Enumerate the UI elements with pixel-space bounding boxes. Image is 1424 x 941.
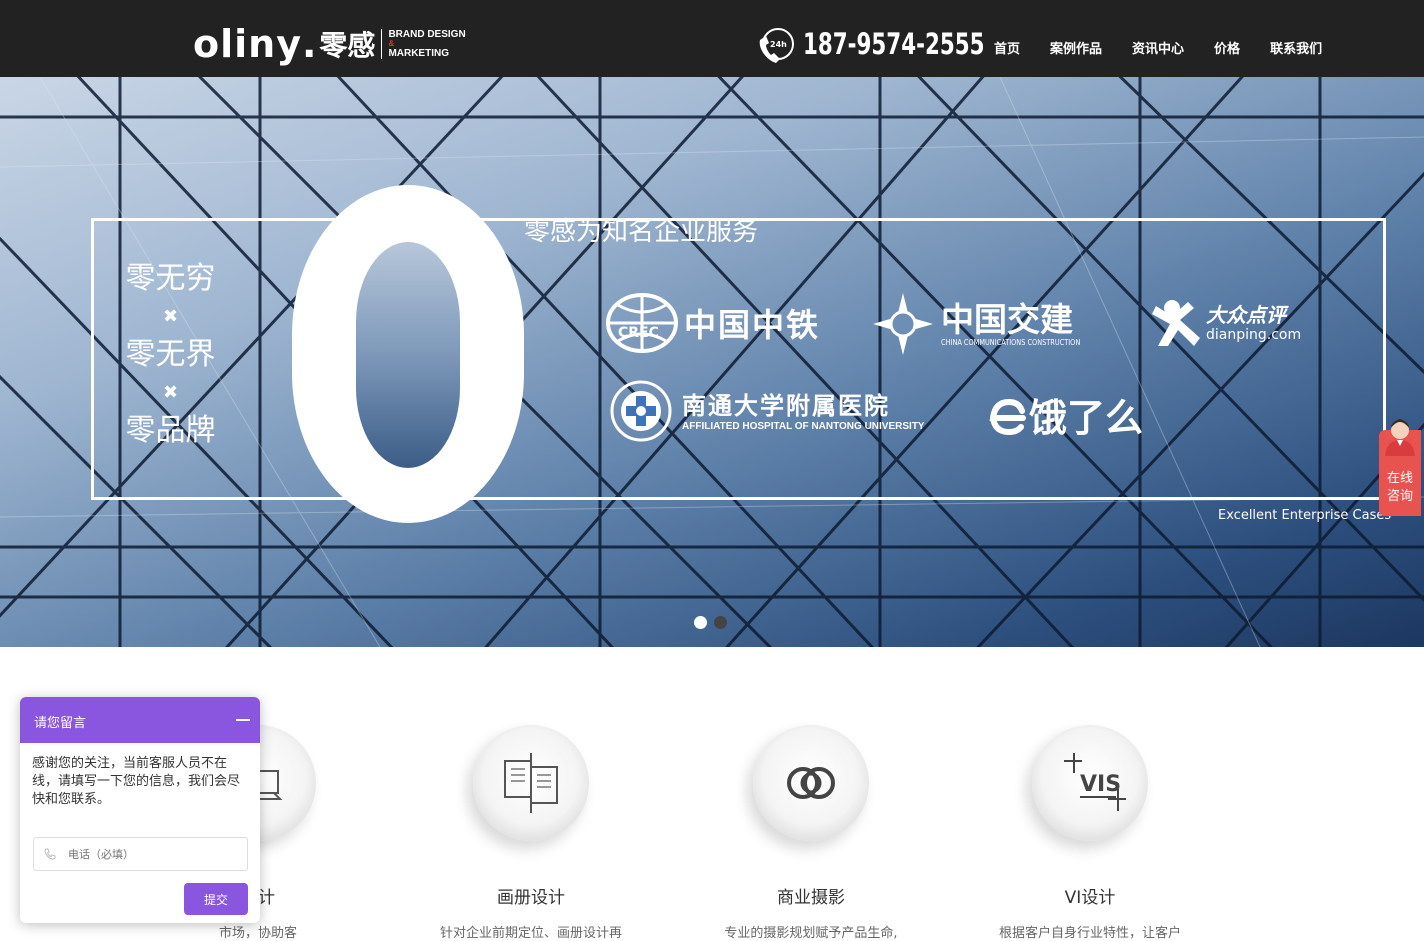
customer-service-avatar-icon (1385, 419, 1415, 456)
message-panel-notice: 感谢您的关注，当前客服人员不在线，请填写一下您的信息，我们会尽快和您联系。 (32, 756, 241, 807)
leave-message-panel: 请您留言 感谢您的关注，当前客服人员不在线，请填写一下您的信息，我们会尽快和您联… (20, 697, 260, 923)
site-header: oliny . 零感 BRAND DESIGN & MARKETING 24h … (0, 0, 1424, 77)
slogan-1: 零无穷 (125, 261, 216, 296)
nav-home[interactable]: 首页 (994, 38, 1020, 57)
hospital-seal-icon (610, 380, 672, 442)
crcc-badge-text: CREC (618, 325, 659, 341)
nav-pricing[interactable]: 价格 (1214, 38, 1240, 57)
hero-title: 零感为知名企业服务 (524, 217, 759, 247)
hero-banner: 零无穷 ✖ 零无界 ✖ 零品牌 零感为知名企业服务 CREC 中国中铁 中国交建… (0, 77, 1424, 647)
service-title: 商业摄影 (777, 888, 845, 908)
phone-badge-text: 24h (770, 40, 787, 49)
eleme-e-icon (989, 398, 1026, 435)
logo-tag-line2: MARKETING (388, 48, 449, 59)
message-panel-title: 请您留言 (34, 716, 87, 731)
zero-graphic (292, 185, 524, 523)
service-desc: 针对企业前期定位、画册设计再 (439, 926, 622, 941)
consult-line2: 咨询 (1386, 489, 1413, 504)
minimize-icon[interactable] (236, 719, 250, 721)
slogan-3: 零品牌 (125, 413, 216, 448)
phone-field (33, 837, 248, 871)
zero-graphic-hole (356, 242, 460, 468)
client-logo-crcc: CREC 中国中铁 (606, 293, 820, 353)
client-logo-dianping: 大众点评 dianping.com (1150, 298, 1301, 348)
service-card-photography[interactable]: 商业摄影 专业的摄影规划赋予产品生命, (691, 725, 931, 941)
site-logo[interactable]: oliny . 零感 BRAND DESIGN & MARKETING (193, 22, 466, 66)
service-card-brochure[interactable]: 画册设计 针对企业前期定位、画册设计再 (411, 725, 651, 941)
service-desc: 根据客户自身行业特性，让客户 (998, 926, 1181, 941)
logo-dot: . (301, 22, 318, 66)
logo-divider (381, 29, 383, 59)
slider-dots (694, 616, 734, 629)
service-desc: 专业的摄影规划赋予产品生命, (724, 926, 898, 941)
hero-frame (91, 218, 1386, 500)
crcc-name: 中国中铁 (684, 306, 821, 344)
nantong-hospital-subtitle: AFFILIATED HOSPITAL OF NANTONG UNIVERSIT… (682, 420, 925, 432)
main-nav: 首页 案例作品 资讯中心 价格 联系我们 (994, 38, 1352, 57)
nav-contact[interactable]: 联系我们 (1270, 38, 1322, 57)
consult-line1: 在线 (1386, 471, 1413, 486)
cccc-subtitle: CHINA COMMUNICATIONS CONSTRUCTION (941, 337, 1081, 347)
phone-icon (44, 848, 56, 860)
phone-24h-icon: 24h (759, 28, 794, 63)
slogan-separator: ✖ (162, 306, 179, 327)
nav-cases[interactable]: 案例作品 (1050, 38, 1102, 57)
crcc-globe-icon: CREC (606, 293, 678, 353)
cccc-compass-icon (873, 293, 933, 355)
dianping-person-icon (1152, 300, 1200, 346)
eleme-name: 饿了么 (1029, 396, 1144, 440)
service-desc: 市场，协助客 (218, 926, 297, 941)
hotline-number: 187-9574-2555 (803, 27, 985, 61)
slider-dot-1[interactable] (694, 616, 707, 629)
slider-dot-2[interactable] (714, 616, 727, 629)
nav-news[interactable]: 资讯中心 (1132, 38, 1184, 57)
client-logo-nantong-hospital: 南通大学附属医院 AFFILIATED HOSPITAL OF NANTONG … (610, 380, 925, 442)
message-panel-header: 请您留言 (20, 697, 260, 743)
logo-chinese: 零感 (319, 29, 376, 62)
logo-wordmark: oliny (193, 22, 302, 66)
vis-icon-text: VIS (1080, 772, 1121, 797)
brochure-book-icon (473, 725, 589, 841)
dianping-domain: dianping.com (1206, 327, 1302, 343)
hero-subtitle: Excellent Enterprise Cases (1218, 508, 1392, 523)
online-consult-label: 在线 咨询 (1379, 470, 1421, 506)
client-logo-cccc: 中国交建 CHINA COMMUNICATIONS CONSTRUCTION (873, 293, 1111, 355)
submit-button[interactable]: 提交 (184, 883, 248, 915)
logo-tagline: BRAND DESIGN & MARKETING (388, 28, 465, 60)
service-title: 画册设计 (497, 888, 565, 908)
client-logo-eleme: 饿了么 (985, 387, 1143, 442)
service-title: VI设计 (1064, 888, 1116, 908)
service-card-vi[interactable]: VIS VI设计 根据客户自身行业特性，让客户 (970, 725, 1210, 941)
photography-rings-icon (753, 725, 869, 841)
slogan-stack: 零无穷 ✖ 零无界 ✖ 零品牌 (123, 261, 218, 449)
slogan-2: 零无界 (125, 337, 216, 372)
nantong-hospital-name: 南通大学附属医院 (682, 390, 890, 420)
logo-tag-line1: BRAND DESIGN (388, 29, 466, 40)
cccc-name: 中国交建 (941, 299, 1073, 339)
phone-input[interactable] (68, 847, 238, 861)
vis-icon: VIS (1032, 725, 1148, 841)
dianping-name: 大众点评 (1206, 303, 1286, 327)
slogan-separator: ✖ (162, 382, 179, 403)
